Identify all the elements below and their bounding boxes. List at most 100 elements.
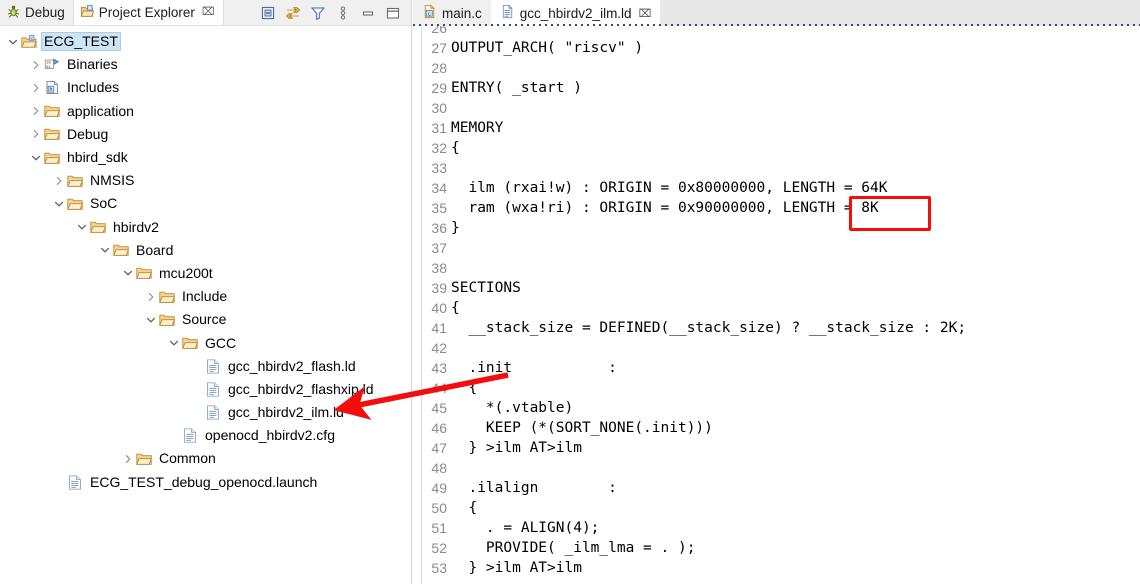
tree-item-label: openocd_hbirdv2.cfg	[205, 427, 335, 444]
line-number: 49	[431, 480, 447, 496]
code-line[interactable]: 46 KEEP (*(SORT_NONE(.init)))	[423, 418, 1140, 438]
tree-item-ecg-test[interactable]: c ECG_TEST	[0, 30, 410, 53]
code-line[interactable]: 53 } >ilm AT>ilm	[423, 558, 1140, 578]
tree-item-mcu200t[interactable]: mcu200t	[0, 262, 410, 285]
tree-item-label: Source	[182, 311, 227, 328]
maximize-icon[interactable]	[385, 5, 401, 21]
editor-area: c main.c gcc_hbirdv2_ilm.ld ⌧ 26 27 OUTP…	[413, 0, 1140, 584]
chevron-down-icon[interactable]	[75, 222, 89, 232]
code-line[interactable]: 31 MEMORY	[423, 118, 1140, 138]
line-number: 41	[431, 320, 447, 336]
code-line[interactable]: 27 OUTPUT_ARCH( "riscv" )	[423, 38, 1140, 58]
tree-item-application[interactable]: application	[0, 100, 410, 123]
tree-item-common[interactable]: Common	[0, 447, 410, 470]
chevron-right-icon[interactable]	[121, 454, 135, 464]
chevron-down-icon[interactable]	[144, 315, 158, 325]
tree-item-gcc[interactable]: GCC	[0, 331, 410, 354]
code-line[interactable]: 51 . = ALIGN(4);	[423, 518, 1140, 538]
tree-item-gcc-hbirdv2-ilm-ld[interactable]: gcc_hbirdv2_ilm.ld	[0, 401, 410, 424]
tree-item-hbird-sdk[interactable]: hbird_sdk	[0, 146, 410, 169]
code-line[interactable]: 44 {	[423, 378, 1140, 398]
filter-icon[interactable]	[310, 5, 326, 21]
chevron-right-icon[interactable]	[29, 83, 43, 93]
close-icon[interactable]: ⌧	[639, 7, 652, 20]
code-viewport[interactable]: 26 27 OUTPUT_ARCH( "riscv" ) 28 29 ENTRY( _st…	[413, 26, 1140, 584]
chevron-right-icon[interactable]	[29, 60, 43, 70]
code-line[interactable]: 26	[423, 26, 1140, 38]
code-line[interactable]: 37	[423, 238, 1140, 258]
code-line[interactable]: 52 PROVIDE( _ilm_lma = . );	[423, 538, 1140, 558]
project-tree[interactable]: c ECG_TEST 10 01 Binaries h Includes applicatio…	[0, 26, 410, 584]
folder-icon	[66, 173, 84, 189]
view-tab-bar: Debug Project Explorer ⌧	[0, 0, 411, 26]
code-line[interactable]: 35 ram (wxa!ri) : ORIGIN = 0x90000000, L…	[423, 198, 1140, 218]
code-line[interactable]: 38	[423, 258, 1140, 278]
code-line[interactable]: 29 ENTRY( _start )	[423, 78, 1140, 98]
annotation-ruler[interactable]	[413, 26, 422, 584]
file-icon	[66, 474, 84, 490]
project-explorer-panel: Debug Project Explorer ⌧ c ECG_TEST 10 0…	[0, 0, 412, 584]
tree-item-source[interactable]: Source	[0, 308, 410, 331]
code-line[interactable]: 47 } >ilm AT>ilm	[423, 438, 1140, 458]
code-line[interactable]: 33	[423, 158, 1140, 178]
chevron-down-icon[interactable]	[121, 268, 135, 278]
code-line[interactable]: 28	[423, 58, 1140, 78]
chevron-down-icon[interactable]	[52, 199, 66, 209]
tree-item-soc[interactable]: SoC	[0, 192, 410, 215]
tree-item-label: hbird_sdk	[67, 149, 128, 166]
code-line[interactable]: 41 __stack_size = DEFINED(__stack_size) …	[423, 318, 1140, 338]
tree-item-label: GCC	[205, 334, 237, 351]
editor-tab-main-c[interactable]: c main.c	[413, 0, 491, 26]
view-tab-debug[interactable]: Debug	[0, 0, 73, 25]
tree-item-gcc-hbirdv2-flashxip-ld[interactable]: gcc_hbirdv2_flashxip.ld	[0, 378, 410, 401]
chevron-down-icon[interactable]	[98, 245, 112, 255]
code-line[interactable]: 48	[423, 458, 1140, 478]
tree-item-label: gcc_hbirdv2_flash.ld	[228, 357, 356, 374]
line-text: ilm (rxai!w) : ORIGIN = 0x80000000, LENG…	[451, 180, 888, 196]
view-tab-project-explorer[interactable]: Project Explorer ⌧	[72, 0, 224, 25]
chevron-right-icon[interactable]	[29, 106, 43, 116]
chevron-right-icon[interactable]	[52, 176, 66, 186]
code-lines[interactable]: 26 27 OUTPUT_ARCH( "riscv" ) 28 29 ENTRY( _st…	[423, 26, 1140, 584]
collapse-all-icon[interactable]	[260, 5, 276, 21]
tree-item-label: Includes	[67, 79, 120, 96]
tree-item-nmsis[interactable]: NMSIS	[0, 169, 410, 192]
code-line[interactable]: 34 ilm (rxai!w) : ORIGIN = 0x80000000, L…	[423, 178, 1140, 198]
tree-item-ecg-test-debug-openocd-launch[interactable]: ECG_TEST_debug_openocd.launch	[0, 471, 410, 494]
code-line[interactable]: 42	[423, 338, 1140, 358]
line-text: ENTRY( _start )	[451, 80, 582, 96]
code-line[interactable]: 43 .init :	[423, 358, 1140, 378]
chevron-down-icon[interactable]	[6, 37, 20, 47]
view-menu-icon[interactable]	[335, 5, 351, 21]
chevron-right-icon[interactable]	[144, 292, 158, 302]
tree-item-openocd-hbirdv2-cfg[interactable]: openocd_hbirdv2.cfg	[0, 424, 410, 447]
code-line[interactable]: 39 SECTIONS	[423, 278, 1140, 298]
code-line[interactable]: 30	[423, 98, 1140, 118]
link-with-editor-icon[interactable]	[285, 5, 301, 21]
tree-item-label: Board	[136, 241, 174, 258]
folder-icon	[135, 265, 153, 281]
minimize-icon[interactable]	[360, 5, 376, 21]
code-line[interactable]: 40{	[423, 298, 1140, 318]
line-number: 39	[431, 280, 447, 296]
tree-item-board[interactable]: Board	[0, 239, 410, 262]
chevron-right-icon[interactable]	[29, 129, 43, 139]
code-line[interactable]: 49 .ilalign :	[423, 478, 1140, 498]
line-number: 35	[431, 200, 447, 216]
tree-item-include[interactable]: Include	[0, 285, 410, 308]
svg-text:c: c	[31, 35, 33, 40]
tree-item-binaries[interactable]: 10 01 Binaries	[0, 53, 410, 76]
code-line[interactable]: 50 {	[423, 498, 1140, 518]
close-icon[interactable]: ⌧	[202, 7, 215, 18]
code-line[interactable]: 45 *(.vtable)	[423, 398, 1140, 418]
tree-item-gcc-hbirdv2-flash-ld[interactable]: gcc_hbirdv2_flash.ld	[0, 355, 410, 378]
editor-tab-gcc-hbirdv2-ilm-ld[interactable]: gcc_hbirdv2_ilm.ld ⌧	[490, 0, 661, 26]
tree-item-hbirdv2[interactable]: hbirdv2	[0, 216, 410, 239]
line-text: {	[451, 140, 460, 156]
chevron-down-icon[interactable]	[167, 338, 181, 348]
code-line[interactable]: 36}	[423, 218, 1140, 238]
tree-item-debug[interactable]: Debug	[0, 123, 410, 146]
tree-item-includes[interactable]: h Includes	[0, 76, 410, 99]
code-line[interactable]: 32{	[423, 138, 1140, 158]
chevron-down-icon[interactable]	[29, 153, 43, 163]
